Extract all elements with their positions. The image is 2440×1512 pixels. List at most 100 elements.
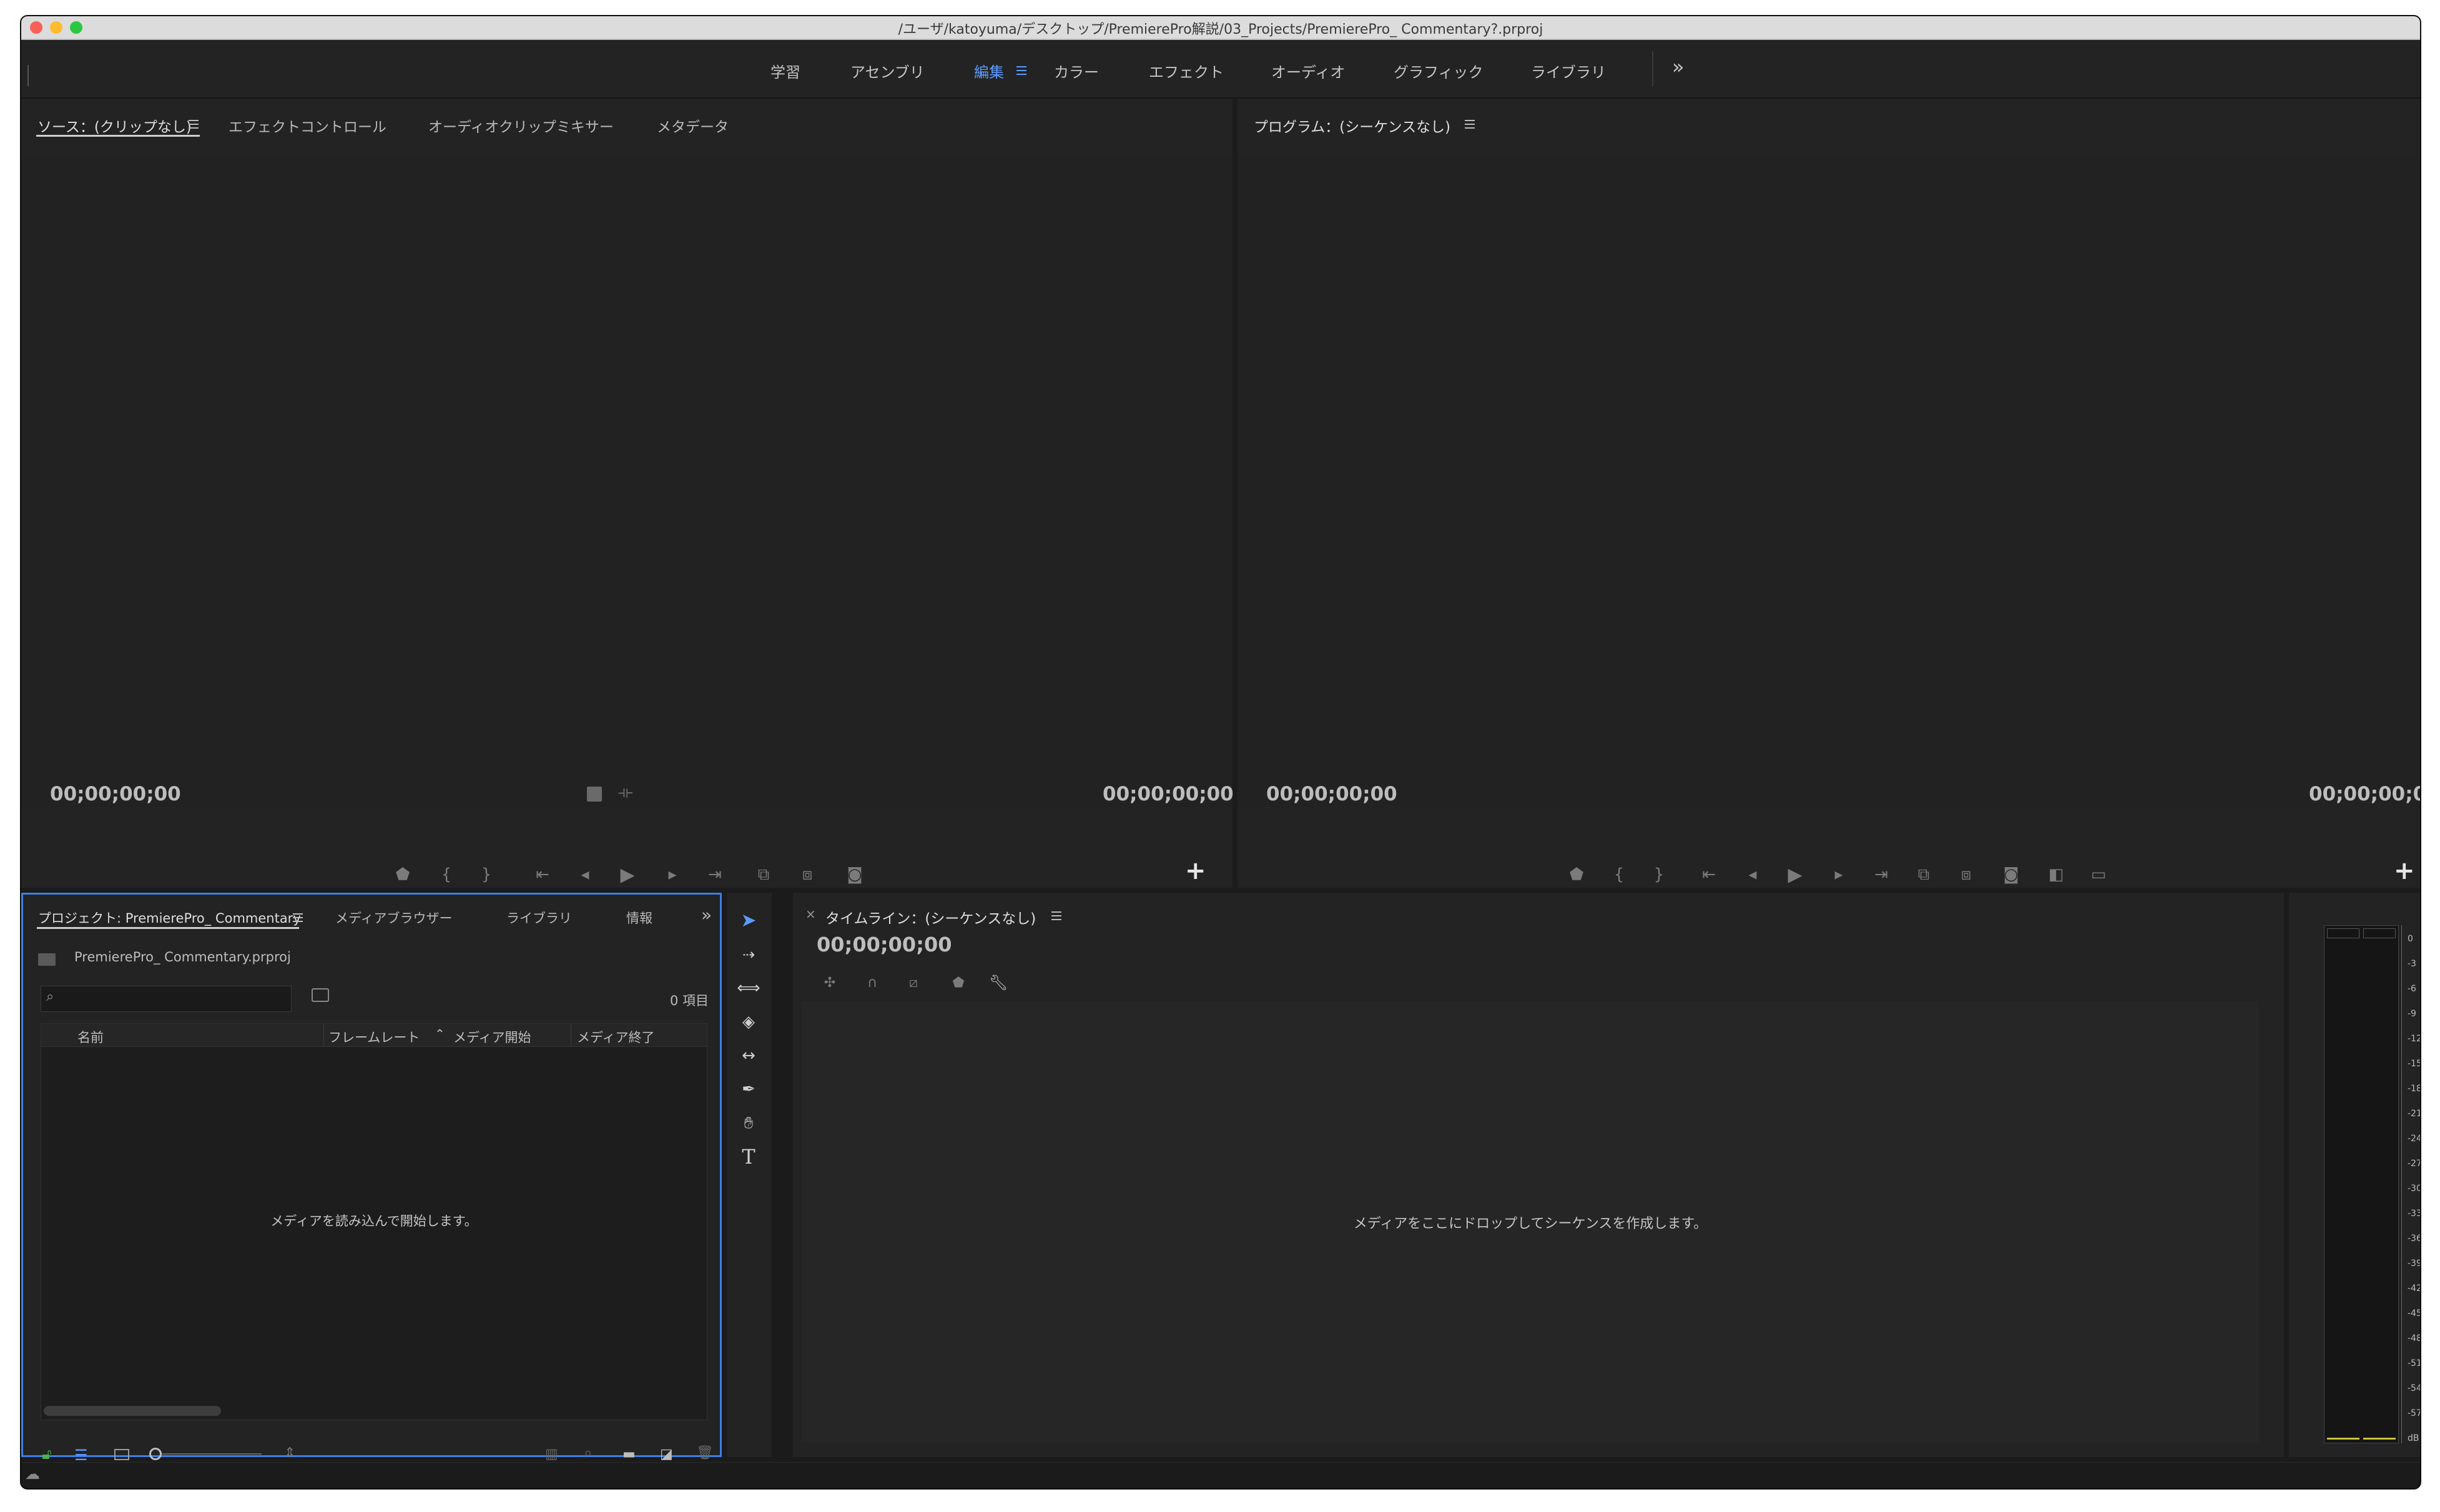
column-media-start[interactable]: メディア開始 [453,1028,531,1046]
pen-tool-icon[interactable]: ✒ [732,1075,765,1104]
workspace-audio[interactable]: オーディオ [1271,60,1345,82]
column-media-end[interactable]: メディア終了 [577,1028,655,1046]
workspace-assembly[interactable]: アセンブリ [850,60,925,82]
tab-metadata[interactable]: メタデータ [657,115,729,136]
type-tool-icon[interactable]: T [732,1142,765,1171]
step-forward-icon[interactable]: ▸ [662,865,683,884]
hand-tool-icon[interactable]: ✋︎ [732,1109,765,1137]
button-editor-plus-icon[interactable]: + [2394,857,2415,885]
linked-selection-icon[interactable]: ⧄ [903,975,924,991]
source-timecode-out[interactable]: 00;00;00;00 [1103,783,1234,805]
meter-label: -6 [2408,984,2416,994]
add-marker-icon[interactable]: ⬟ [392,865,413,884]
slip-tool-icon[interactable]: ↔ [732,1041,765,1070]
search-input[interactable]: ⌕ [41,986,292,1012]
column-frame-rate[interactable]: フレームレート [328,1028,420,1046]
drag-video-icon[interactable] [587,787,602,802]
program-timecode-out[interactable]: 00;00;00;00 [2309,783,2420,805]
nest-toggle-icon[interactable]: ✣ [819,975,840,991]
program-video-area[interactable] [1237,157,2420,807]
close-timeline-icon[interactable]: × [805,906,816,921]
icon-view-icon[interactable] [114,1449,129,1460]
comparison-view-icon[interactable]: ◧ [2045,865,2067,884]
program-panel-menu-icon[interactable] [1465,120,1475,129]
automate-to-sequence-icon[interactable]: ▥ [545,1446,558,1462]
new-bin-icon[interactable]: ▬ [622,1446,636,1462]
add-marker-icon[interactable]: ⬟ [1566,865,1587,884]
program-timecode-in[interactable]: 00;00;00;00 [1266,783,1397,805]
selection-tool-icon[interactable]: ➤ [732,906,765,935]
tab-project[interactable]: プロジェクト: PremierePro_ Commentary [38,908,301,927]
horizontal-scrollbar[interactable] [44,1406,221,1416]
safe-margins-icon[interactable]: ▭ [2088,865,2109,884]
tab-program[interactable]: プログラム：(シーケンスなし) [1254,115,1450,136]
tab-info[interactable]: 情報 [626,908,652,927]
extract-icon[interactable]: ⧈ [1955,865,1977,885]
export-frame-icon[interactable]: ◙ [2000,865,2022,884]
project-list[interactable]: 名前 フレームレート ⌃ メディア開始 メディア終了 メディアを読み込んで開始し… [41,1023,707,1420]
find-bin-icon[interactable] [312,988,329,1002]
clear-icon[interactable]: 🗑︎ [696,1445,714,1461]
creative-cloud-icon[interactable]: ☁ [25,1465,40,1483]
add-marker-icon[interactable]: ⬟ [948,975,969,991]
tab-libraries[interactable]: ライブラリ [506,908,572,927]
source-video-area[interactable] [21,157,1232,807]
tab-timeline[interactable]: タイムライン：(シーケンスなし) [825,906,1036,928]
peak-indicator-right[interactable] [2363,928,2396,938]
timeline-settings-wrench-icon[interactable]: 🔧︎ [988,974,1009,991]
workspace-menu-icon[interactable] [1016,66,1026,75]
project-panel-menu-icon[interactable] [293,913,303,922]
workspace-editing[interactable]: 編集 [974,60,1004,82]
sort-icons-icon[interactable]: ⇕ [284,1445,295,1461]
timeline-panel-menu-icon[interactable] [1051,911,1061,920]
column-divider[interactable] [323,1024,324,1046]
go-to-in-icon[interactable]: ⇤ [532,865,553,884]
lift-icon[interactable]: ⧉ [1913,865,1934,885]
overwrite-icon[interactable]: ⧈ [797,865,818,885]
go-to-out-icon[interactable]: ⇥ [704,865,726,884]
zoom-slider-handle[interactable] [149,1448,162,1460]
workspace-graphics[interactable]: グラフィック [1394,60,1483,82]
snap-icon[interactable]: ∩ [862,975,883,991]
timeline-timecode[interactable]: 00;00;00;00 [817,933,952,956]
play-icon[interactable]: ▶ [617,864,638,886]
mark-in-icon[interactable]: { [436,865,457,884]
mark-out-icon[interactable]: } [476,865,497,884]
find-icon[interactable]: ⌕ [584,1444,592,1461]
new-item-icon[interactable]: ◪ [660,1446,673,1462]
source-timecode-in[interactable]: 00;00;00;00 [50,783,181,805]
workspace-learning[interactable]: 学習 [770,60,800,82]
drag-audio-icon[interactable]: ⟛ [618,783,633,802]
lock-icon[interactable]: 🔓︎ [42,1445,52,1463]
source-panel-menu-icon[interactable] [189,120,199,129]
workspace-libraries[interactable]: ライブラリ [1531,60,1606,82]
workspace-color[interactable]: カラー [1054,60,1099,82]
sort-ascending-icon[interactable]: ⌃ [435,1026,445,1041]
mark-out-icon[interactable]: } [1648,865,1670,884]
razor-tool-icon[interactable]: ◈ [732,1008,765,1036]
workspace-effects[interactable]: エフェクト [1149,60,1224,82]
column-name[interactable]: 名前 [77,1028,104,1046]
insert-icon[interactable]: ⧉ [753,865,774,885]
play-icon[interactable]: ▶ [1784,864,1806,886]
go-to-out-icon[interactable]: ⇥ [1871,865,1892,884]
tab-audio-clip-mixer[interactable]: オーディオクリップミキサー [428,115,614,136]
more-tabs-icon[interactable]: » [701,905,712,925]
go-to-in-icon[interactable]: ⇤ [1698,865,1719,884]
ripple-edit-tool-icon[interactable]: ⟺ [732,974,765,1003]
tab-effect-controls[interactable]: エフェクトコントロール [229,115,386,136]
drag-handle[interactable] [27,65,29,86]
export-frame-icon[interactable]: ◙ [844,865,865,884]
list-view-icon[interactable]: ☰ [74,1446,88,1464]
peak-indicator-left[interactable] [2327,928,2359,938]
button-editor-plus-icon[interactable]: + [1185,857,1206,885]
step-back-icon[interactable]: ◂ [1742,865,1763,884]
step-forward-icon[interactable]: ▸ [1828,865,1849,884]
more-workspaces-icon[interactable]: » [1672,55,1685,79]
track-select-tool-icon[interactable]: ⇢ [732,940,765,969]
zoom-slider[interactable] [162,1453,262,1455]
tab-media-browser[interactable]: メディアブラウザー [335,908,453,927]
mark-in-icon[interactable]: { [1608,865,1630,884]
tab-source[interactable]: ソース：(クリップなし) [37,115,192,136]
step-back-icon[interactable]: ◂ [574,865,596,884]
